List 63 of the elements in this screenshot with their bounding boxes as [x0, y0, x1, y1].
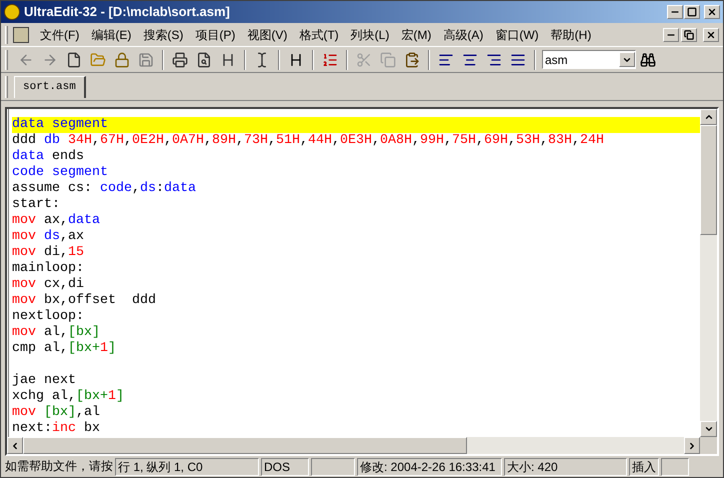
status-field: 修改: 2004-2-26 16:33:41	[357, 458, 502, 476]
close-button[interactable]	[704, 5, 720, 19]
code-line: mov ds,ax	[12, 229, 85, 245]
code-line: assume cs: code,ds:data	[12, 181, 197, 197]
document-icon	[13, 26, 29, 42]
code-line: mov ax,data	[12, 213, 101, 229]
status-field: 插入	[629, 458, 659, 476]
minimize-button[interactable]	[667, 5, 683, 19]
code-line: ddd db 34H,67H,0E2H,0A7H,89H,73H,51H,44H,0E3H,0A8H,99H,75H,69H,53H,83H,24H	[12, 133, 605, 149]
code-line: xchg al,[bx+1]	[12, 389, 125, 405]
status-field: 大小: 420	[504, 458, 627, 476]
close-button[interactable]	[703, 28, 719, 42]
close-icon	[706, 30, 716, 40]
status-field: 行 1, 纵列 1, C0	[115, 458, 259, 476]
restore-icon	[684, 30, 694, 40]
code-line: mainloop:	[12, 261, 85, 277]
menu-item[interactable]: 窗口(W)	[490, 26, 544, 44]
status-field: 如需帮助文件，请按	[3, 458, 113, 476]
code-line: nextloop:	[12, 309, 85, 325]
code-line: mov cx,di	[12, 277, 85, 293]
syntax-dropdown[interactable]: asm	[542, 50, 636, 69]
caret-icon	[619, 52, 635, 67]
scroll-thumb[interactable]	[700, 125, 717, 235]
code-line: mov bx,offset ddd	[12, 293, 157, 309]
menu-item[interactable]: 编辑(E)	[86, 26, 136, 44]
scroll-right-button[interactable]	[684, 437, 700, 454]
scroll-down-button[interactable]	[700, 421, 717, 437]
menu-item[interactable]: 高级(A)	[438, 26, 488, 44]
code-line: jae next	[12, 373, 77, 389]
status-panel	[661, 458, 689, 476]
menu-item[interactable]: 项目(P)	[190, 26, 240, 44]
code-line: mov al,[bx]	[12, 325, 101, 341]
maximize-icon	[687, 7, 697, 17]
horizontal-scrollbar[interactable]	[7, 437, 700, 454]
scroll-left-button[interactable]	[7, 437, 23, 454]
close-icon	[707, 7, 717, 17]
maximize-button[interactable]	[684, 5, 700, 19]
menu-item[interactable]: 视图(V)	[242, 26, 292, 44]
file-tab[interactable]: sort.asm	[14, 76, 86, 98]
restore-button[interactable]	[681, 28, 697, 42]
scroll-up-button[interactable]	[700, 109, 717, 125]
code-line: mov di,15	[12, 245, 85, 261]
vertical-scrollbar[interactable]	[700, 109, 717, 437]
status-panel	[311, 458, 355, 476]
menu-item[interactable]: 格式(T)	[294, 26, 344, 44]
scrollbar-corner	[700, 437, 717, 454]
code-line: mov [bx],al	[12, 405, 101, 421]
scroll-thumb[interactable]	[23, 437, 467, 454]
code-line: next:inc bx	[12, 421, 101, 437]
menu-item[interactable]: 列块(L)	[346, 26, 394, 44]
code-line: cmp al,[bx+1]	[12, 341, 117, 357]
menu-item[interactable]: 帮助(H)	[546, 26, 596, 44]
code-line: start:	[12, 197, 61, 213]
code-line: code segment	[12, 165, 109, 181]
menu-item[interactable]: 搜索(S)	[138, 26, 188, 44]
menu-item[interactable]: 文件(F)	[35, 26, 84, 44]
minimize-button[interactable]	[663, 28, 679, 42]
code-line: data ends	[12, 149, 85, 165]
status-field: DOS	[261, 458, 309, 476]
code-area[interactable]	[8, 109, 700, 437]
window-title: UltraEdit-32 - [D:\mclab\sort.asm]	[24, 3, 231, 22]
app-logo-icon	[4, 4, 20, 20]
menu-item[interactable]: 宏(M)	[396, 26, 436, 44]
